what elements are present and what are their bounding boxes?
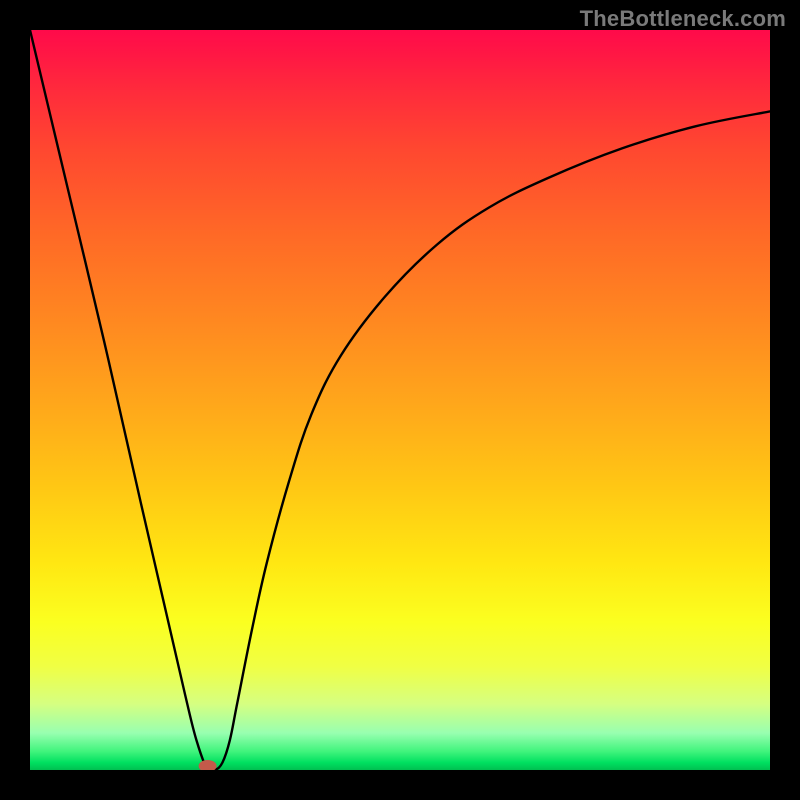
chart-frame: TheBottleneck.com — [0, 0, 800, 800]
optimal-point-marker — [199, 760, 217, 770]
bottleneck-curve — [30, 30, 770, 770]
watermark-text: TheBottleneck.com — [580, 6, 786, 32]
plot-area — [30, 30, 770, 770]
curve-layer — [30, 30, 770, 770]
